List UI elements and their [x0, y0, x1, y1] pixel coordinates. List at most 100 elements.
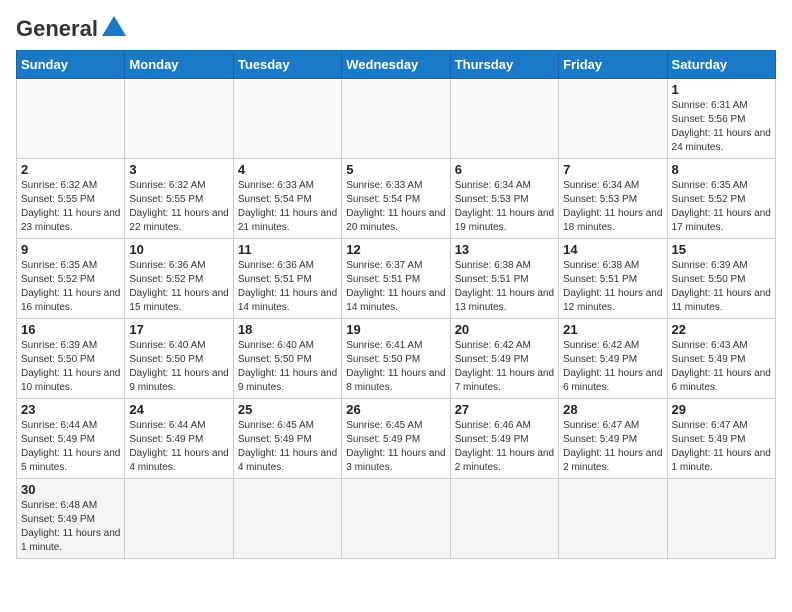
calendar-cell: 8 Sunrise: 6:35 AM Sunset: 5:52 PM Daylig…: [667, 159, 775, 239]
day-info: Sunrise: 6:44 AM Sunset: 5:49 PM Dayligh…: [21, 419, 120, 475]
calendar-cell: 1 Sunrise: 6:31 AM Sunset: 5:56 PM Daylig…: [667, 79, 775, 159]
calendar-cell: 13Sunrise: 6:38 AM Sunset: 5:51 PM Dayli…: [450, 239, 558, 319]
day-info: Sunrise: 6:39 AM Sunset: 5:50 PM Dayligh…: [21, 339, 120, 395]
day-info: Sunrise: 6:45 AM Sunset: 5:49 PM Dayligh…: [346, 419, 445, 475]
day-info: Sunrise: 6:33 AM Sunset: 5:54 PM Dayligh…: [238, 179, 337, 235]
day-number: 7: [563, 162, 662, 177]
calendar-cell: 30 Sunrise: 6:48 AM Sunset: 5:49 PM Dayli…: [17, 479, 125, 559]
calendar-cell: [342, 479, 450, 559]
day-info: Sunrise: 6:41 AM Sunset: 5:50 PM Dayligh…: [346, 339, 445, 395]
calendar-cell: 19 Sunrise: 6:41 AM Sunset: 5:50 PM Dayli…: [342, 319, 450, 399]
day-number: 25: [238, 402, 337, 417]
day-info: Sunrise: 6:34 AM Sunset: 5:53 PM Dayligh…: [455, 179, 554, 235]
day-number: 19: [346, 322, 445, 337]
day-info: Sunrise: 6:36 AM Sunset: 5:52 PM Dayligh…: [129, 259, 228, 315]
calendar-cell: 3 Sunrise: 6:32 AM Sunset: 5:55 PM Daylig…: [125, 159, 233, 239]
day-info: Sunrise: 6:37 AM Sunset: 5:51 PM Dayligh…: [346, 259, 445, 315]
calendar-table: SundayMondayTuesdayWednesdayThursdayFrid…: [16, 50, 776, 559]
calendar-week-3: 9 Sunrise: 6:35 AM Sunset: 5:52 PM Daylig…: [17, 239, 776, 319]
calendar-cell: [342, 79, 450, 159]
day-number: 23: [21, 402, 120, 417]
day-number: 11: [238, 242, 337, 257]
calendar-cell: 21Sunrise: 6:42 AM Sunset: 5:49 PM Dayli…: [559, 319, 667, 399]
calendar-cell: 2 Sunrise: 6:32 AM Sunset: 5:55 PM Daylig…: [17, 159, 125, 239]
logo-triangle-icon: [100, 14, 128, 42]
calendar-cell: [125, 479, 233, 559]
calendar-cell: 4Sunrise: 6:33 AM Sunset: 5:54 PM Daylig…: [233, 159, 341, 239]
calendar-cell: 5 Sunrise: 6:33 AM Sunset: 5:54 PM Daylig…: [342, 159, 450, 239]
day-number: 3: [129, 162, 228, 177]
day-number: 10: [129, 242, 228, 257]
day-info: Sunrise: 6:40 AM Sunset: 5:50 PM Dayligh…: [129, 339, 228, 395]
day-number: 28: [563, 402, 662, 417]
day-info: Sunrise: 6:31 AM Sunset: 5:56 PM Dayligh…: [672, 99, 771, 155]
day-number: 24: [129, 402, 228, 417]
day-info: Sunrise: 6:33 AM Sunset: 5:54 PM Dayligh…: [346, 179, 445, 235]
day-info: Sunrise: 6:44 AM Sunset: 5:49 PM Dayligh…: [129, 419, 228, 475]
day-number: 12: [346, 242, 445, 257]
calendar-cell: 26 Sunrise: 6:45 AM Sunset: 5:49 PM Dayli…: [342, 399, 450, 479]
weekday-header-wednesday: Wednesday: [342, 51, 450, 79]
calendar-cell: 23 Sunrise: 6:44 AM Sunset: 5:49 PM Dayli…: [17, 399, 125, 479]
day-info: Sunrise: 6:45 AM Sunset: 5:49 PM Dayligh…: [238, 419, 337, 475]
day-number: 1: [672, 82, 771, 97]
day-number: 8: [672, 162, 771, 177]
calendar-cell: 12 Sunrise: 6:37 AM Sunset: 5:51 PM Dayli…: [342, 239, 450, 319]
day-number: 16: [21, 322, 120, 337]
day-number: 9: [21, 242, 120, 257]
calendar-cell: 25 Sunrise: 6:45 AM Sunset: 5:49 PM Dayli…: [233, 399, 341, 479]
weekday-header-friday: Friday: [559, 51, 667, 79]
calendar-cell: 10 Sunrise: 6:36 AM Sunset: 5:52 PM Dayli…: [125, 239, 233, 319]
weekday-header-sunday: Sunday: [17, 51, 125, 79]
weekday-header-monday: Monday: [125, 51, 233, 79]
calendar-cell: [559, 79, 667, 159]
calendar-cell: 20Sunrise: 6:42 AM Sunset: 5:49 PM Dayli…: [450, 319, 558, 399]
calendar-cell: 24 Sunrise: 6:44 AM Sunset: 5:49 PM Dayli…: [125, 399, 233, 479]
calendar-cell: 18Sunrise: 6:40 AM Sunset: 5:50 PM Dayli…: [233, 319, 341, 399]
weekday-header-saturday: Saturday: [667, 51, 775, 79]
day-number: 29: [672, 402, 771, 417]
calendar-cell: 29Sunrise: 6:47 AM Sunset: 5:49 PM Dayli…: [667, 399, 775, 479]
calendar-cell: [450, 79, 558, 159]
page-header: General: [16, 16, 776, 42]
day-number: 30: [21, 482, 120, 497]
day-info: Sunrise: 6:43 AM Sunset: 5:49 PM Dayligh…: [672, 339, 771, 395]
day-number: 14: [563, 242, 662, 257]
calendar-cell: 11Sunrise: 6:36 AM Sunset: 5:51 PM Dayli…: [233, 239, 341, 319]
day-number: 2: [21, 162, 120, 177]
day-number: 26: [346, 402, 445, 417]
calendar-cell: 9 Sunrise: 6:35 AM Sunset: 5:52 PM Daylig…: [17, 239, 125, 319]
weekday-header-tuesday: Tuesday: [233, 51, 341, 79]
day-info: Sunrise: 6:42 AM Sunset: 5:49 PM Dayligh…: [563, 339, 662, 395]
day-number: 15: [672, 242, 771, 257]
day-info: Sunrise: 6:39 AM Sunset: 5:50 PM Dayligh…: [672, 259, 771, 315]
day-info: Sunrise: 6:42 AM Sunset: 5:49 PM Dayligh…: [455, 339, 554, 395]
day-info: Sunrise: 6:46 AM Sunset: 5:49 PM Dayligh…: [455, 419, 554, 475]
day-number: 22: [672, 322, 771, 337]
calendar-cell: 14 Sunrise: 6:38 AM Sunset: 5:51 PM Dayli…: [559, 239, 667, 319]
calendar-cell: 16 Sunrise: 6:39 AM Sunset: 5:50 PM Dayli…: [17, 319, 125, 399]
day-info: Sunrise: 6:32 AM Sunset: 5:55 PM Dayligh…: [129, 179, 228, 235]
day-info: Sunrise: 6:35 AM Sunset: 5:52 PM Dayligh…: [21, 259, 120, 315]
calendar-cell: [17, 79, 125, 159]
calendar-week-6: 30 Sunrise: 6:48 AM Sunset: 5:49 PM Dayli…: [17, 479, 776, 559]
calendar-cell: 28 Sunrise: 6:47 AM Sunset: 5:49 PM Dayli…: [559, 399, 667, 479]
day-info: Sunrise: 6:32 AM Sunset: 5:55 PM Dayligh…: [21, 179, 120, 235]
day-number: 27: [455, 402, 554, 417]
calendar-week-5: 23 Sunrise: 6:44 AM Sunset: 5:49 PM Dayli…: [17, 399, 776, 479]
day-number: 17: [129, 322, 228, 337]
day-info: Sunrise: 6:48 AM Sunset: 5:49 PM Dayligh…: [21, 499, 120, 555]
day-info: Sunrise: 6:47 AM Sunset: 5:49 PM Dayligh…: [563, 419, 662, 475]
day-number: 5: [346, 162, 445, 177]
calendar-cell: [233, 79, 341, 159]
day-number: 6: [455, 162, 554, 177]
calendar-cell: 7Sunrise: 6:34 AM Sunset: 5:53 PM Daylig…: [559, 159, 667, 239]
day-info: Sunrise: 6:38 AM Sunset: 5:51 PM Dayligh…: [563, 259, 662, 315]
calendar-cell: 15 Sunrise: 6:39 AM Sunset: 5:50 PM Dayli…: [667, 239, 775, 319]
calendar-cell: [233, 479, 341, 559]
day-info: Sunrise: 6:35 AM Sunset: 5:52 PM Dayligh…: [672, 179, 771, 235]
calendar-cell: 17 Sunrise: 6:40 AM Sunset: 5:50 PM Dayli…: [125, 319, 233, 399]
calendar-cell: [667, 479, 775, 559]
calendar-week-4: 16 Sunrise: 6:39 AM Sunset: 5:50 PM Dayli…: [17, 319, 776, 399]
day-number: 13: [455, 242, 554, 257]
